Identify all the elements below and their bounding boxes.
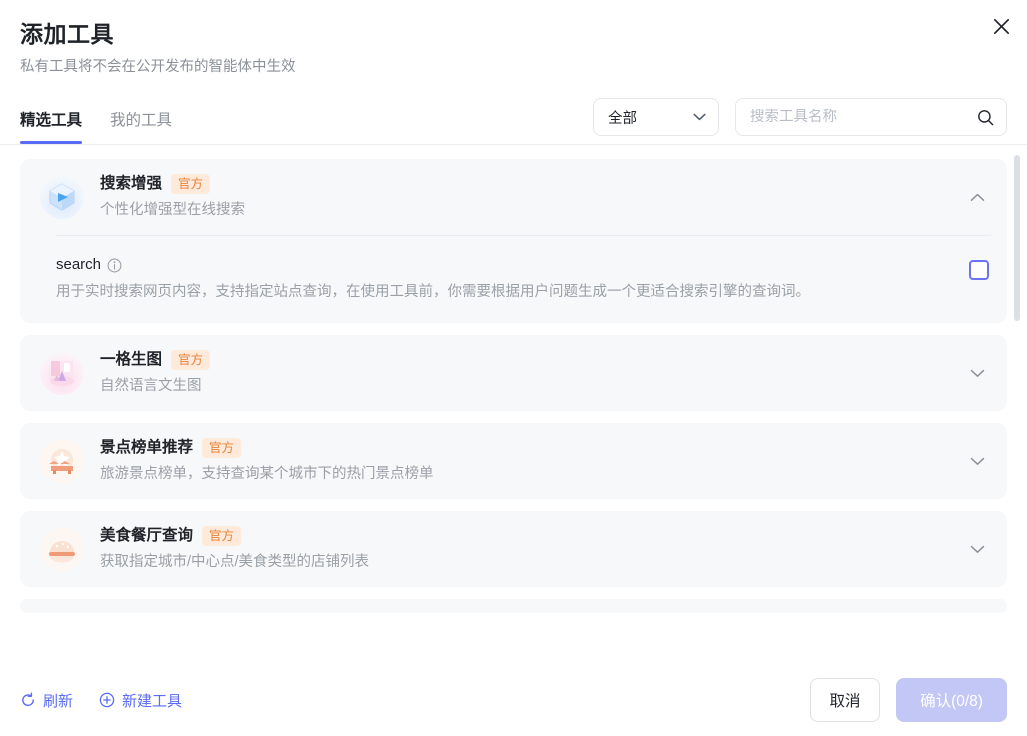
status-badge: 官方 [202,438,242,458]
status-badge: 官方 [202,526,242,546]
status-badge: 官方 [171,350,211,370]
chevron-down-icon[interactable] [963,359,991,387]
scrollbar[interactable] [1014,155,1020,658]
tool-name-row: 美食餐厅查询 官方 [100,525,963,547]
search-box[interactable] [735,98,1007,136]
tool-name-row: 一格生图 官方 [100,349,963,371]
tool-card-meta: 搜索增强 官方 个性化增强型在线搜索 [100,173,963,221]
chevron-up-glyph [970,193,984,201]
chevron-down-icon[interactable] [963,447,991,475]
paint-icon [40,351,84,395]
tool-card-attractions: 景点榜单推荐 官方 旅游景点榜单，支持查询某个城市下的热门景点榜单 [20,423,1007,499]
tool-name: 景点榜单推荐 [100,439,194,456]
chevron-down-icon [693,113,706,121]
tool-card-image-gen: 一格生图 官方 自然语言文生图 [20,335,1007,411]
footer-left-actions: 刷新 新建工具 [20,690,182,711]
tool-function-name: search [56,256,102,273]
status-badge: 官方 [171,174,211,194]
dialog-footer: 刷新 新建工具 取消 确认(0/8) [0,664,1027,736]
dialog-header: 添加工具 私有工具将不会在公开发布的智能体中生效 [0,0,1027,78]
tool-function-description: 用于实时搜索网页内容，支持指定站点查询，在使用工具前，你需要根据用户问题生成一个… [56,284,810,300]
tool-list: 搜索增强 官方 个性化增强型在线搜索 search 用于实时搜索网页内容，支持指… [20,159,1007,613]
tool-card-header[interactable]: 搜索增强 官方 个性化增强型在线搜索 [20,159,1007,235]
tool-description: 自然语言文生图 [100,378,202,394]
tool-card-meta: 一格生图 官方 自然语言文生图 [100,349,963,397]
page-subtitle: 私有工具将不会在公开发布的智能体中生效 [20,59,296,75]
tool-name: 搜索增强 [100,175,163,192]
tool-function-name-row: search [56,254,955,276]
footer-right-actions: 取消 确认(0/8) [810,678,1007,722]
paint-glyph [50,361,74,386]
tool-description: 获取指定城市/中心点/美食类型的店铺列表 [100,554,370,570]
category-select[interactable]: 全部 [593,98,719,136]
new-tool-button[interactable]: 新建工具 [99,690,182,711]
tool-card-header[interactable]: 一格生图 官方 自然语言文生图 [20,335,1007,411]
tool-name: 一格生图 [100,351,163,368]
chevron-down-glyph [970,369,984,377]
food-glyph [49,541,75,563]
chevron-down-icon[interactable] [963,535,991,563]
filter-controls: 全部 [593,98,1007,144]
star-landmark-glyph [49,449,73,474]
page-title: 添加工具 [20,21,114,47]
tool-name: 美食餐厅查询 [100,527,194,544]
add-tool-dialog: 添加工具 私有工具将不会在公开发布的智能体中生效 精选工具 我的工具 全部 搜索… [0,0,1027,736]
tool-name-row: 搜索增强 官方 [100,173,963,195]
tool-card-body: search 用于实时搜索网页内容，支持指定站点查询，在使用工具前，你需要根据用… [20,235,1007,323]
food-icon [40,527,84,571]
plus-circle-icon [99,692,115,708]
info-icon[interactable] [107,258,122,273]
tab-featured-tools[interactable]: 精选工具 [20,110,83,144]
cube-glyph [49,183,75,211]
tool-card-restaurants: 美食餐厅查询 官方 获取指定城市/中心点/美食类型的店铺列表 [20,511,1007,587]
tool-description: 个性化增强型在线搜索 [100,202,245,218]
tool-description: 旅游景点榜单，支持查询某个城市下的热门景点榜单 [100,466,434,482]
star-landmark-icon [40,439,84,483]
refresh-button[interactable]: 刷新 [20,690,73,711]
chevron-down-glyph [970,545,984,553]
tool-list-scroll-area[interactable]: 搜索增强 官方 个性化增强型在线搜索 search 用于实时搜索网页内容，支持指… [0,145,1027,664]
tab-my-tools[interactable]: 我的工具 [110,110,172,144]
chevron-up-icon[interactable] [963,183,991,211]
chevron-down-glyph [970,457,984,465]
search-icon[interactable] [977,109,994,126]
tool-name-row: 景点榜单推荐 官方 [100,437,963,459]
tool-card-header[interactable]: 景点榜单推荐 官方 旅游景点榜单，支持查询某个城市下的热门景点榜单 [20,423,1007,499]
search-input[interactable] [750,109,977,125]
refresh-label: 刷新 [43,692,74,710]
tool-function-row: search 用于实时搜索网页内容，支持指定站点查询，在使用工具前，你需要根据用… [40,236,991,323]
tool-card-partial[interactable] [20,599,1007,613]
tab-bar: 精选工具 我的工具 [20,110,172,144]
tool-card-header[interactable]: 美食餐厅查询 官方 获取指定城市/中心点/美食类型的店铺列表 [20,511,1007,587]
confirm-button[interactable]: 确认(0/8) [896,678,1007,722]
tool-card-meta: 美食餐厅查询 官方 获取指定城市/中心点/美食类型的店铺列表 [100,525,963,573]
close-icon[interactable] [985,10,1017,42]
info-glyph [107,258,122,272]
tool-function-text: search 用于实时搜索网页内容，支持指定站点查询，在使用工具前，你需要根据用… [56,254,955,303]
tool-function-checkbox[interactable] [969,260,989,280]
tool-card-search: 搜索增强 官方 个性化增强型在线搜索 search 用于实时搜索网页内容，支持指… [20,159,1007,323]
toolbar: 精选工具 我的工具 全部 [0,98,1027,144]
cancel-button[interactable]: 取消 [810,678,880,722]
close-glyph [993,18,1009,34]
tool-card-meta: 景点榜单推荐 官方 旅游景点榜单，支持查询某个城市下的热门景点榜单 [100,437,963,485]
category-select-value: 全部 [608,110,637,127]
refresh-icon [22,692,34,706]
new-tool-label: 新建工具 [122,692,183,710]
scrollbar-thumb[interactable] [1014,155,1020,321]
cube-icon [40,175,84,219]
